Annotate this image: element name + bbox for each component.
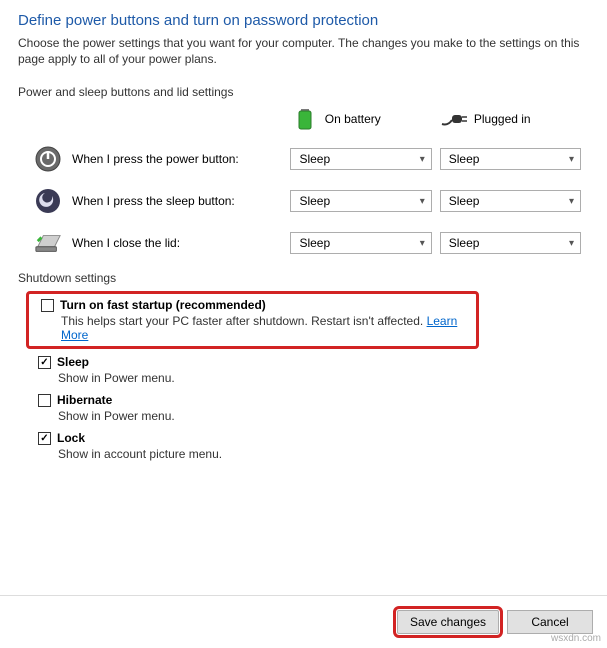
select-sleep-plugged[interactable]: Sleep▾ <box>440 190 581 212</box>
select-power-plugged[interactable]: Sleep▾ <box>440 148 581 170</box>
section-power-buttons-label: Power and sleep buttons and lid settings <box>18 85 589 99</box>
save-changes-button[interactable]: Save changes <box>397 610 499 634</box>
highlight-fast-startup: Turn on fast startup (recommended) This … <box>26 291 479 349</box>
select-lid-plugged[interactable]: Sleep▾ <box>440 232 581 254</box>
checkbox-hibernate[interactable] <box>38 394 51 407</box>
header-plugged-in: Plugged in <box>474 112 531 126</box>
checkbox-fast-startup[interactable] <box>41 299 54 312</box>
chevron-down-icon: ▾ <box>569 238 574 249</box>
desc-hibernate: Show in Power menu. <box>58 409 589 423</box>
section-shutdown-label: Shutdown settings <box>18 271 589 285</box>
watermark: wsxdn.com <box>551 633 601 644</box>
battery-icon <box>291 105 319 133</box>
desc-lock: Show in account picture menu. <box>58 447 589 461</box>
divider <box>0 595 607 596</box>
label-fast-startup: Turn on fast startup (recommended) <box>60 298 266 312</box>
laptop-lid-icon <box>34 229 62 257</box>
cancel-button[interactable]: Cancel <box>507 610 593 634</box>
page-title: Define power buttons and turn on passwor… <box>18 12 589 29</box>
select-lid-battery[interactable]: Sleep▾ <box>290 232 431 254</box>
chevron-down-icon: ▾ <box>569 154 574 165</box>
sleep-button-icon <box>34 187 62 215</box>
page-subtitle: Choose the power settings that you want … <box>18 35 589 67</box>
desc-sleep: Show in Power menu. <box>58 371 589 385</box>
header-on-battery: On battery <box>325 112 381 126</box>
label-sleep: Sleep <box>57 355 89 369</box>
label-hibernate: Hibernate <box>57 393 112 407</box>
label-close-lid: When I close the lid: <box>72 236 180 250</box>
label-sleep-button: When I press the sleep button: <box>72 194 235 208</box>
label-lock: Lock <box>57 431 85 445</box>
checkbox-lock[interactable] <box>38 432 51 445</box>
label-power-button: When I press the power button: <box>72 152 239 166</box>
chevron-down-icon: ▾ <box>569 196 574 207</box>
power-button-icon <box>34 145 62 173</box>
chevron-down-icon: ▾ <box>420 238 425 249</box>
select-sleep-battery[interactable]: Sleep▾ <box>290 190 431 212</box>
chevron-down-icon: ▾ <box>420 154 425 165</box>
plug-icon <box>440 105 468 133</box>
chevron-down-icon: ▾ <box>420 196 425 207</box>
desc-fast-startup: This helps start your PC faster after sh… <box>61 314 423 328</box>
select-power-battery[interactable]: Sleep▾ <box>290 148 431 170</box>
checkbox-sleep[interactable] <box>38 356 51 369</box>
